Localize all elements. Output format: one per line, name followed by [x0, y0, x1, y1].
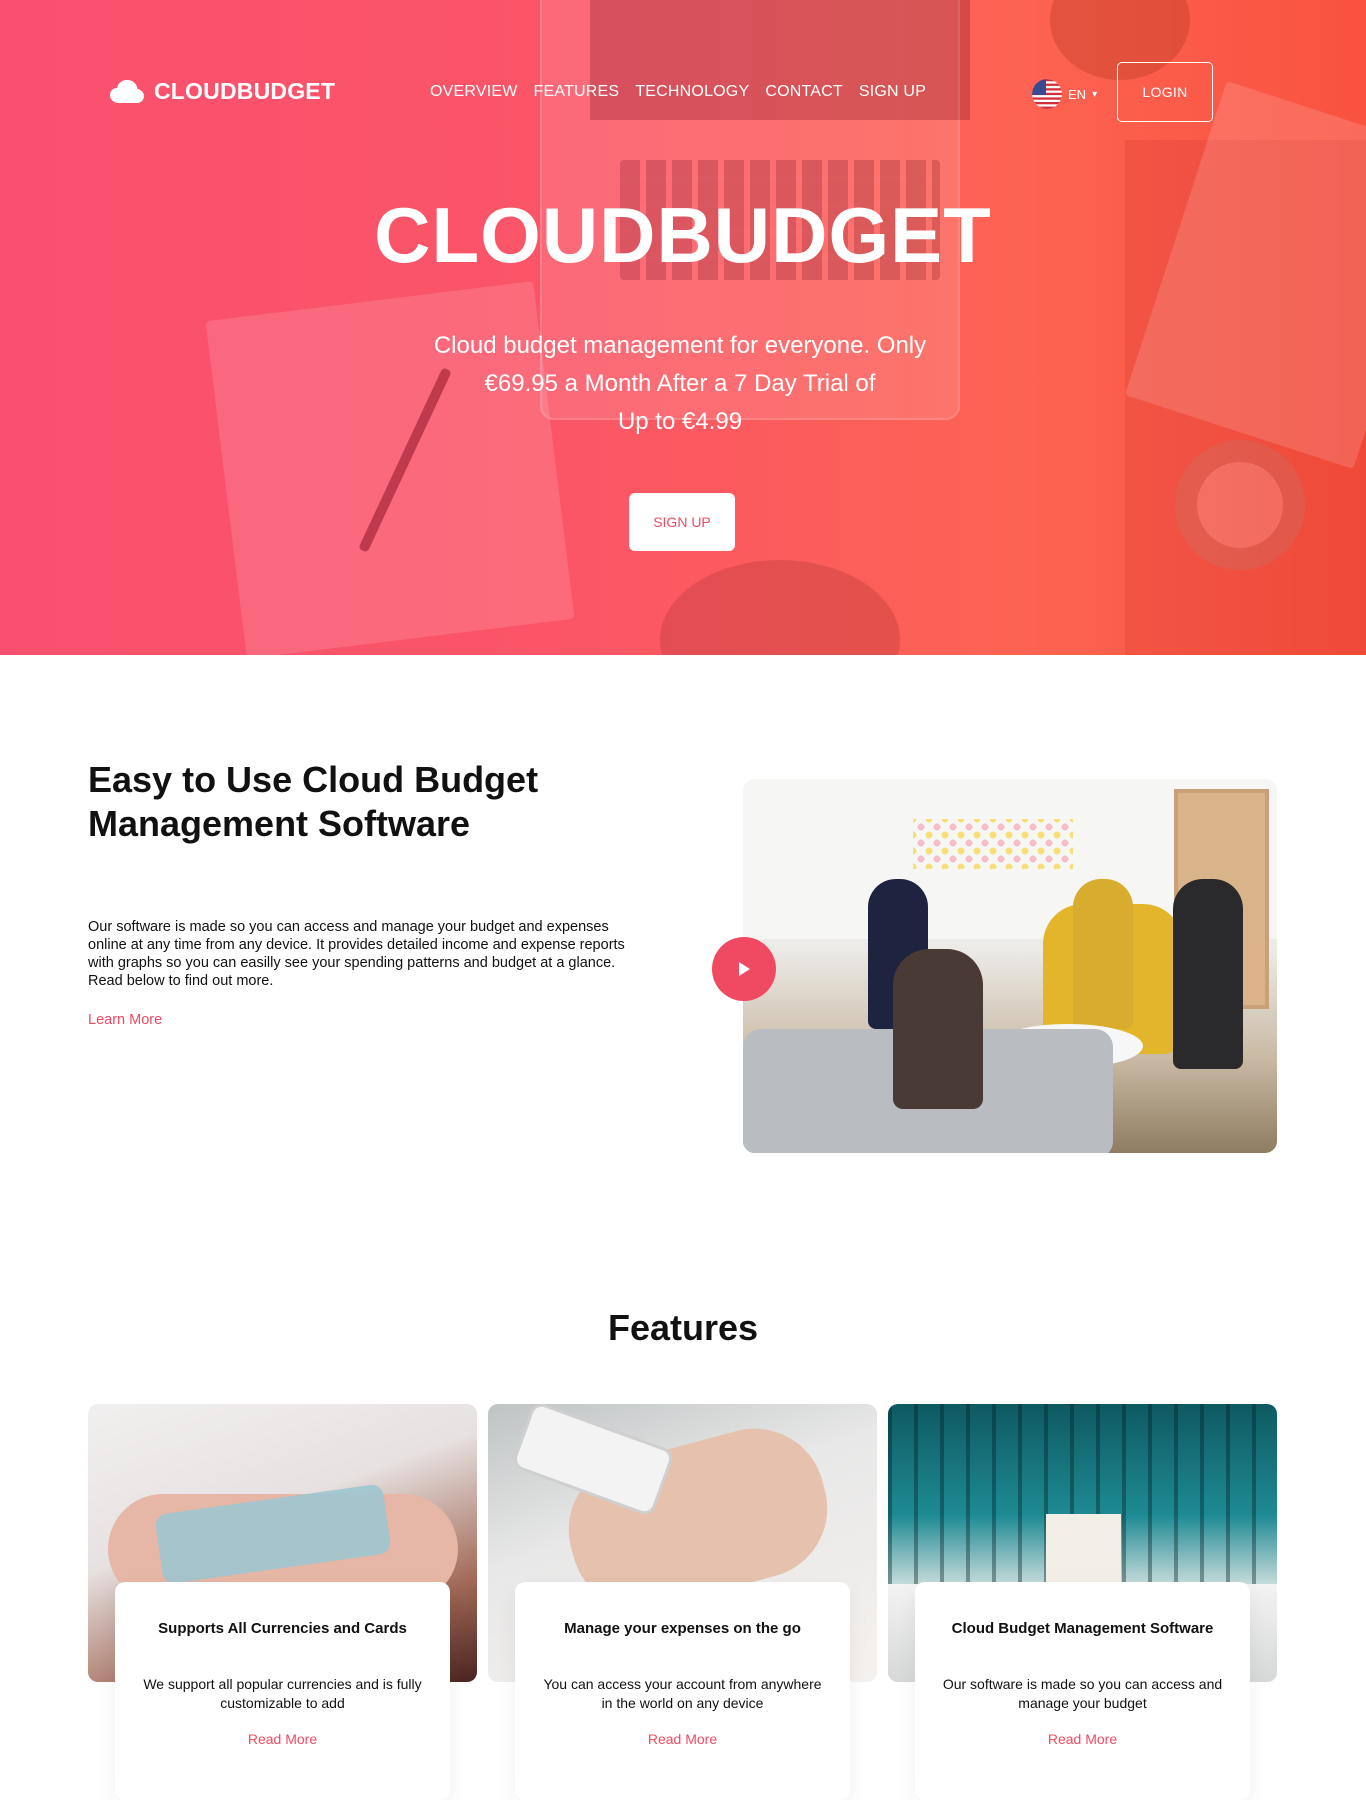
feature-card-text: You can access your account from anywher… [543, 1676, 822, 1711]
top-navigation: CLOUDBUDGET OVERVIEW FEATURES TECHNOLOGY… [0, 0, 1366, 190]
read-more-link[interactable]: Read More [1048, 1731, 1117, 1747]
feature-card-title: Cloud Budget Management Software [951, 1620, 1214, 1637]
nav-contact[interactable]: CONTACT [765, 83, 843, 101]
video-thumbnail[interactable] [743, 779, 1277, 1153]
feature-card-title: Supports All Currencies and Cards [158, 1620, 407, 1637]
about-description: Our software is made so you can access a… [88, 919, 625, 989]
language-code: EN [1068, 86, 1087, 102]
hero-subtitle: Cloud budget management for everyone. On… [410, 327, 950, 441]
read-more-link[interactable]: Read More [248, 1731, 317, 1747]
read-more-link[interactable]: Read More [648, 1731, 717, 1747]
feature-card-body: Supports All Currencies and Cards We sup… [115, 1582, 450, 1800]
feature-card-body: Cloud Budget Management Software Our sof… [915, 1582, 1250, 1800]
cloud-icon [110, 79, 144, 103]
feature-card-currencies: Supports All Currencies and Cards We sup… [88, 1404, 477, 1800]
feature-card-software: Cloud Budget Management Software Our sof… [888, 1404, 1277, 1800]
language-selector[interactable]: EN ▾ [1032, 79, 1097, 109]
about-title-line: Easy to Use Cloud Budget [88, 759, 539, 800]
us-flag-icon [1032, 79, 1062, 109]
feature-card-text: We support all popular currencies and is… [143, 1676, 422, 1711]
features-title: Features [607, 1307, 759, 1348]
nav-overview[interactable]: OVERVIEW [430, 83, 518, 101]
main-menu: OVERVIEW FEATURES TECHNOLOGY CONTACT SIG… [430, 83, 926, 101]
hero-subtitle-line: Up to €4.99 [617, 408, 743, 435]
hero-subtitle-line: €69.95 a Month After a 7 Day Trial of [484, 370, 876, 397]
nav-technology[interactable]: TECHNOLOGY [635, 83, 749, 101]
play-icon [739, 962, 750, 976]
about-title: Easy to Use Cloud Budget Management Soft… [88, 758, 608, 846]
feature-card-body: Manage your expenses on the go You can a… [515, 1582, 850, 1800]
hero-title: CLOUDBUDGET [374, 191, 992, 279]
brand-logo[interactable]: CLOUDBUDGET [110, 78, 335, 105]
nav-features[interactable]: FEATURES [534, 83, 620, 101]
login-button[interactable]: LOGIN [1117, 62, 1213, 122]
chevron-down-icon: ▾ [1092, 88, 1098, 100]
feature-card-title: Manage your expenses on the go [564, 1620, 801, 1637]
about-title-line: Management Software [88, 803, 471, 844]
learn-more-link[interactable]: Learn More [88, 1012, 162, 1028]
hero-signup-button[interactable]: SIGN UP [629, 493, 735, 551]
hero-subtitle-line: Cloud budget management for everyone. On… [433, 332, 927, 359]
play-video-button[interactable] [712, 937, 776, 1001]
nav-sign-up[interactable]: SIGN UP [859, 83, 926, 101]
brand-name: CLOUDBUDGET [154, 78, 336, 104]
hero-section: CLOUDBUDGET OVERVIEW FEATURES TECHNOLOGY… [0, 0, 1366, 655]
feature-card-mobile: Manage your expenses on the go You can a… [488, 1404, 877, 1800]
feature-card-text: Our software is made so you can access a… [942, 1676, 1223, 1711]
